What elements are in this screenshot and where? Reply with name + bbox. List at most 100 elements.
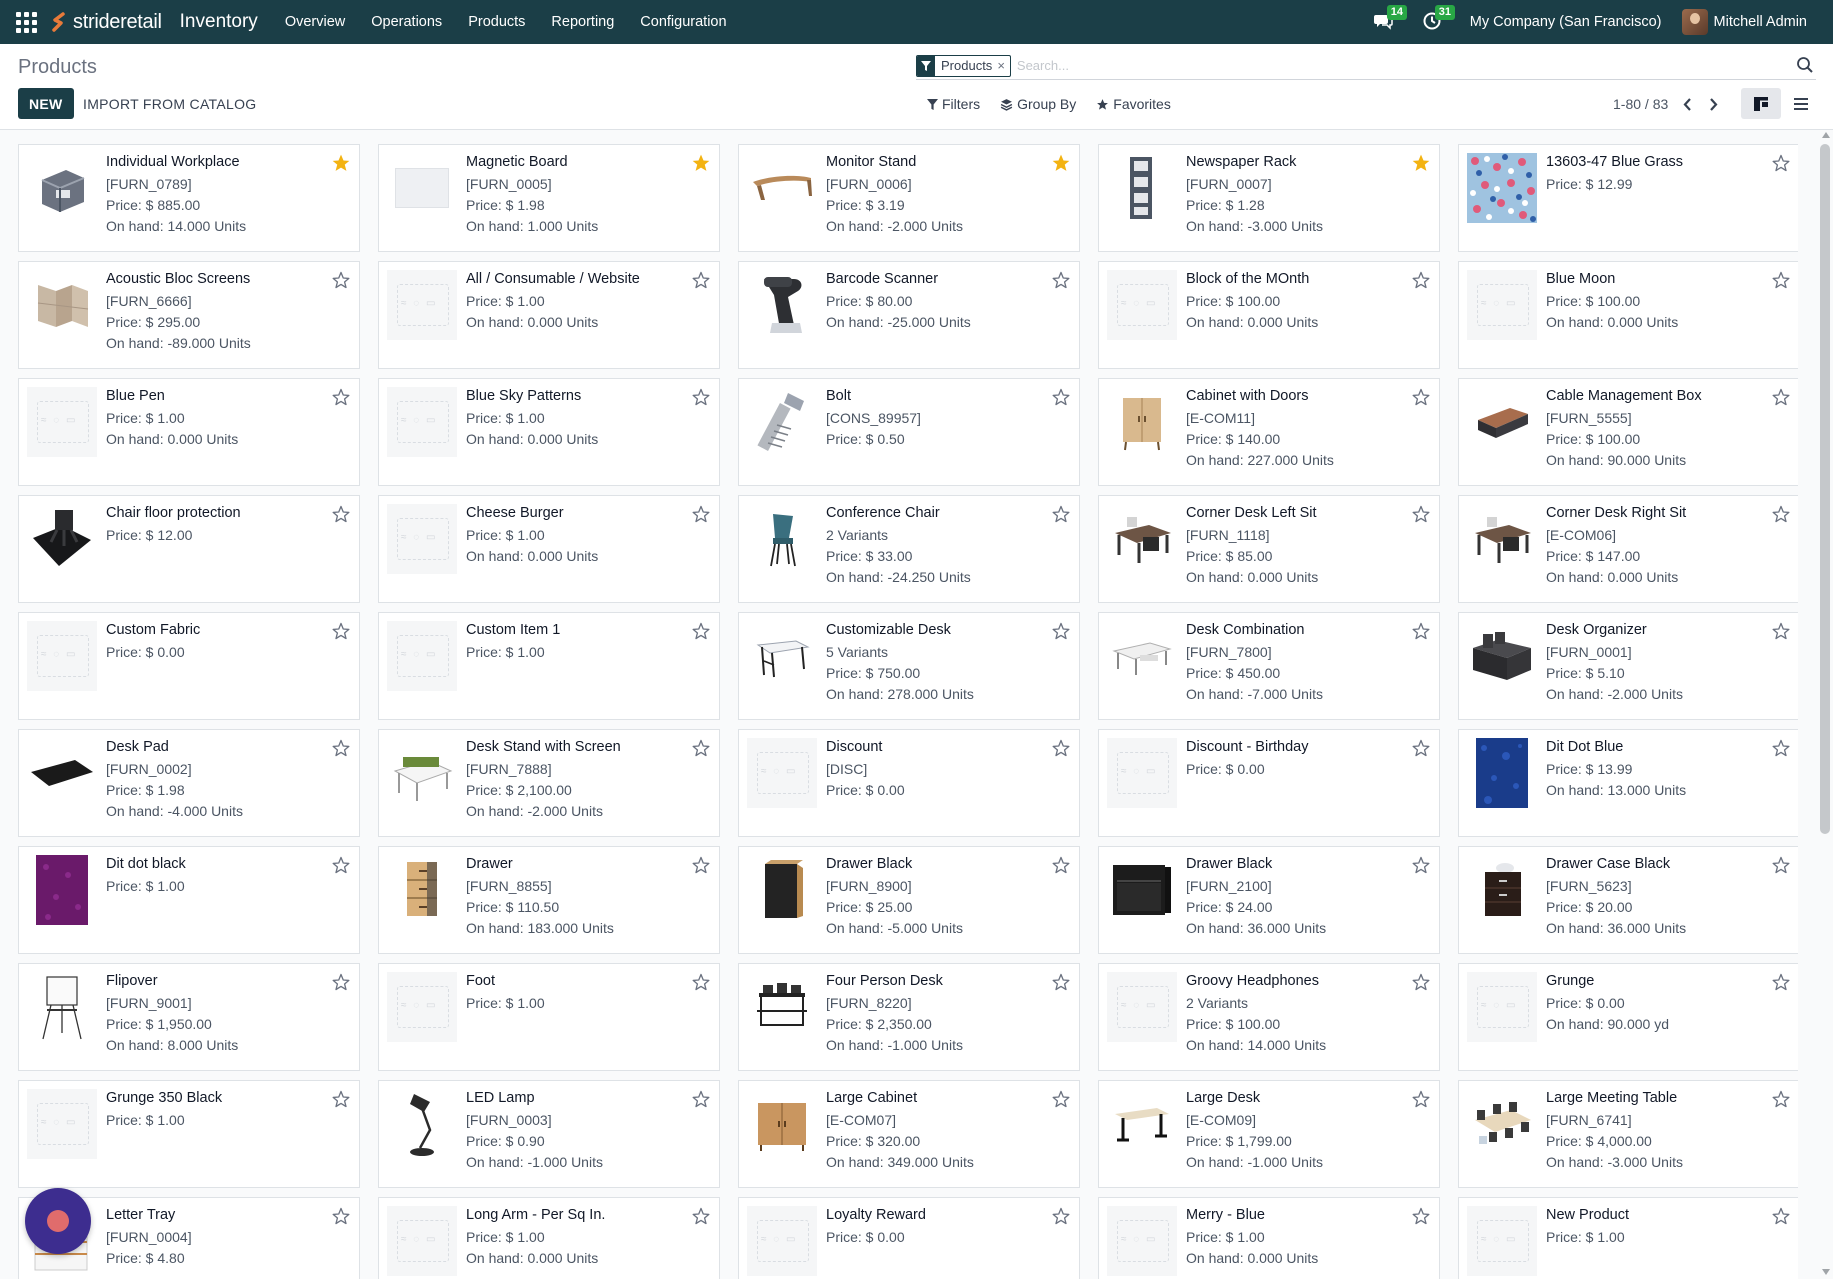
- menu-reporting[interactable]: Reporting: [538, 14, 627, 30]
- favorite-toggle[interactable]: [1411, 972, 1431, 992]
- favorite-toggle[interactable]: [331, 504, 351, 524]
- user-menu[interactable]: Mitchell Admin: [1681, 9, 1807, 35]
- favorite-toggle[interactable]: [1771, 270, 1791, 290]
- product-card[interactable]: Blue Moon Price: $ 100.00 On hand: 0.000 U…: [1458, 261, 1798, 369]
- product-card[interactable]: Custom Fabric Price: $ 0.00: [18, 612, 360, 720]
- favorite-toggle[interactable]: [331, 387, 351, 407]
- favorite-toggle[interactable]: [691, 153, 711, 173]
- favorite-toggle[interactable]: [331, 738, 351, 758]
- favorite-toggle[interactable]: [1771, 153, 1791, 173]
- favorite-toggle[interactable]: [691, 972, 711, 992]
- filters-button[interactable]: Filters: [927, 96, 980, 112]
- product-card[interactable]: Individual Workplace [FURN_0789] Price: $ …: [18, 144, 360, 252]
- favorite-toggle[interactable]: [1771, 621, 1791, 641]
- favorite-toggle[interactable]: [691, 387, 711, 407]
- product-card[interactable]: LED Lamp [FURN_0003] Price: $ 0.90 On hand:…: [378, 1080, 720, 1188]
- company-switcher[interactable]: My Company (San Francisco): [1470, 14, 1662, 30]
- favorite-toggle[interactable]: [331, 1206, 351, 1226]
- app-name[interactable]: Inventory: [180, 11, 258, 33]
- product-card[interactable]: Blue Sky Patterns Price: $ 1.00 On hand: 0…: [378, 378, 720, 486]
- favorite-toggle[interactable]: [691, 1089, 711, 1109]
- favorite-toggle[interactable]: [1051, 270, 1071, 290]
- product-card[interactable]: Cable Management Box [FURN_5555] Price: $ …: [1458, 378, 1798, 486]
- favorite-toggle[interactable]: [1411, 1089, 1431, 1109]
- search-icon[interactable]: [1796, 56, 1816, 76]
- brand-logo[interactable]: strideretail: [48, 11, 162, 34]
- favorite-toggle[interactable]: [1411, 153, 1431, 173]
- product-card[interactable]: Custom Item 1 Price: $ 1.00: [378, 612, 720, 720]
- favorite-toggle[interactable]: [1411, 387, 1431, 407]
- favorite-toggle[interactable]: [1411, 855, 1431, 875]
- product-card[interactable]: Desk Combination [FURN_7800] Price: $ 450.…: [1098, 612, 1440, 720]
- product-card[interactable]: Bolt [CONS_89957] Price: $ 0.50: [738, 378, 1080, 486]
- favorite-toggle[interactable]: [331, 270, 351, 290]
- menu-operations[interactable]: Operations: [358, 14, 455, 30]
- product-card[interactable]: Drawer Black [FURN_8900] Price: $ 25.00 On …: [738, 846, 1080, 954]
- product-card[interactable]: Corner Desk Left Sit [FURN_1118] Price: $ …: [1098, 495, 1440, 603]
- pager-value[interactable]: 1-80 / 83: [1613, 96, 1668, 112]
- product-card[interactable]: Discount [DISC] Price: $ 0.00: [738, 729, 1080, 837]
- product-card[interactable]: Loyalty Reward Price: $ 0.00: [738, 1197, 1080, 1279]
- product-card[interactable]: Magnetic Board [FURN_0005] Price: $ 1.98 On…: [378, 144, 720, 252]
- pager-previous-icon[interactable]: [1680, 95, 1694, 113]
- product-card[interactable]: Conference Chair 2 Variants Price: $ 33.00…: [738, 495, 1080, 603]
- product-card[interactable]: Foot Price: $ 1.00: [378, 963, 720, 1071]
- livechat-button[interactable]: [25, 1188, 91, 1254]
- product-card[interactable]: Dit dot black Price: $ 1.00: [18, 846, 360, 954]
- favorite-toggle[interactable]: [1411, 1206, 1431, 1226]
- product-card[interactable]: Drawer [FURN_8855] Price: $ 110.50 On hand:…: [378, 846, 720, 954]
- product-card[interactable]: Barcode Scanner Price: $ 80.00 On hand: -2…: [738, 261, 1080, 369]
- pager-next-icon[interactable]: [1706, 95, 1720, 113]
- favorite-toggle[interactable]: [1051, 387, 1071, 407]
- favorite-toggle[interactable]: [1771, 855, 1791, 875]
- product-card[interactable]: Newspaper Rack [FURN_0007] Price: $ 1.28 On…: [1098, 144, 1440, 252]
- product-card[interactable]: Long Arm - Per Sq In. Price: $ 1.00 On han…: [378, 1197, 720, 1279]
- product-card[interactable]: Customizable Desk 5 Variants Price: $ 750.…: [738, 612, 1080, 720]
- favorite-toggle[interactable]: [1771, 504, 1791, 524]
- scroll-up-icon[interactable]: [1822, 132, 1830, 138]
- favorite-toggle[interactable]: [1051, 738, 1071, 758]
- import-from-catalog-button[interactable]: IMPORT FROM CATALOG: [83, 88, 256, 119]
- product-card[interactable]: Desk Organizer [FURN_0001] Price: $ 5.10 On…: [1458, 612, 1798, 720]
- product-card[interactable]: Acoustic Bloc Screens [FURN_6666] Price: $…: [18, 261, 360, 369]
- product-card[interactable]: All / Consumable / Website Price: $ 1.00 O…: [378, 261, 720, 369]
- favorite-toggle[interactable]: [331, 153, 351, 173]
- favorite-toggle[interactable]: [691, 621, 711, 641]
- favorite-toggle[interactable]: [1771, 972, 1791, 992]
- favorites-button[interactable]: Favorites: [1096, 96, 1171, 112]
- product-card[interactable]: Drawer Black [FURN_2100] Price: $ 24.00 On …: [1098, 846, 1440, 954]
- favorite-toggle[interactable]: [691, 504, 711, 524]
- product-card[interactable]: Discount - Birthday Price: $ 0.00: [1098, 729, 1440, 837]
- favorite-toggle[interactable]: [331, 855, 351, 875]
- favorite-toggle[interactable]: [1411, 738, 1431, 758]
- product-card[interactable]: Grunge 350 Black Price: $ 1.00: [18, 1080, 360, 1188]
- product-card[interactable]: Flipover [FURN_9001] Price: $ 1,950.00 On h…: [18, 963, 360, 1071]
- favorite-toggle[interactable]: [1771, 387, 1791, 407]
- favorite-toggle[interactable]: [331, 621, 351, 641]
- product-card[interactable]: Dit Dot Blue Price: $ 13.99 On hand: 13.00…: [1458, 729, 1798, 837]
- product-card[interactable]: Cheese Burger Price: $ 1.00 On hand: 0.000…: [378, 495, 720, 603]
- product-card[interactable]: Corner Desk Right Sit [E-COM06] Price: $ 1…: [1458, 495, 1798, 603]
- product-card[interactable]: Chair floor protection Price: $ 12.00: [18, 495, 360, 603]
- facet-remove-icon[interactable]: ×: [997, 58, 1010, 73]
- favorite-toggle[interactable]: [1051, 972, 1071, 992]
- menu-configuration[interactable]: Configuration: [627, 14, 739, 30]
- product-card[interactable]: Desk Pad [FURN_0002] Price: $ 1.98 On hand:…: [18, 729, 360, 837]
- product-card[interactable]: Monitor Stand [FURN_0006] Price: $ 3.19 On …: [738, 144, 1080, 252]
- list-view-button[interactable]: [1781, 88, 1821, 119]
- product-card[interactable]: Merry - Blue Price: $ 1.00 On hand: 0.000 …: [1098, 1197, 1440, 1279]
- favorite-toggle[interactable]: [1051, 855, 1071, 875]
- product-card[interactable]: Drawer Case Black [FURN_5623] Price: $ 20.…: [1458, 846, 1798, 954]
- messages-button[interactable]: 14: [1373, 5, 1407, 33]
- scrollbar[interactable]: [1819, 132, 1831, 1279]
- apps-menu-icon[interactable]: [14, 10, 38, 34]
- product-card[interactable]: Four Person Desk [FURN_8220] Price: $ 2,35…: [738, 963, 1080, 1071]
- favorite-toggle[interactable]: [1771, 1206, 1791, 1226]
- favorite-toggle[interactable]: [1051, 504, 1071, 524]
- product-card[interactable]: Grunge Price: $ 0.00 On hand: 90.000 yd: [1458, 963, 1798, 1071]
- menu-products[interactable]: Products: [455, 14, 538, 30]
- product-card[interactable]: Large Cabinet [E-COM07] Price: $ 320.00 On …: [738, 1080, 1080, 1188]
- menu-overview[interactable]: Overview: [272, 14, 358, 30]
- favorite-toggle[interactable]: [1051, 1206, 1071, 1226]
- favorite-toggle[interactable]: [691, 855, 711, 875]
